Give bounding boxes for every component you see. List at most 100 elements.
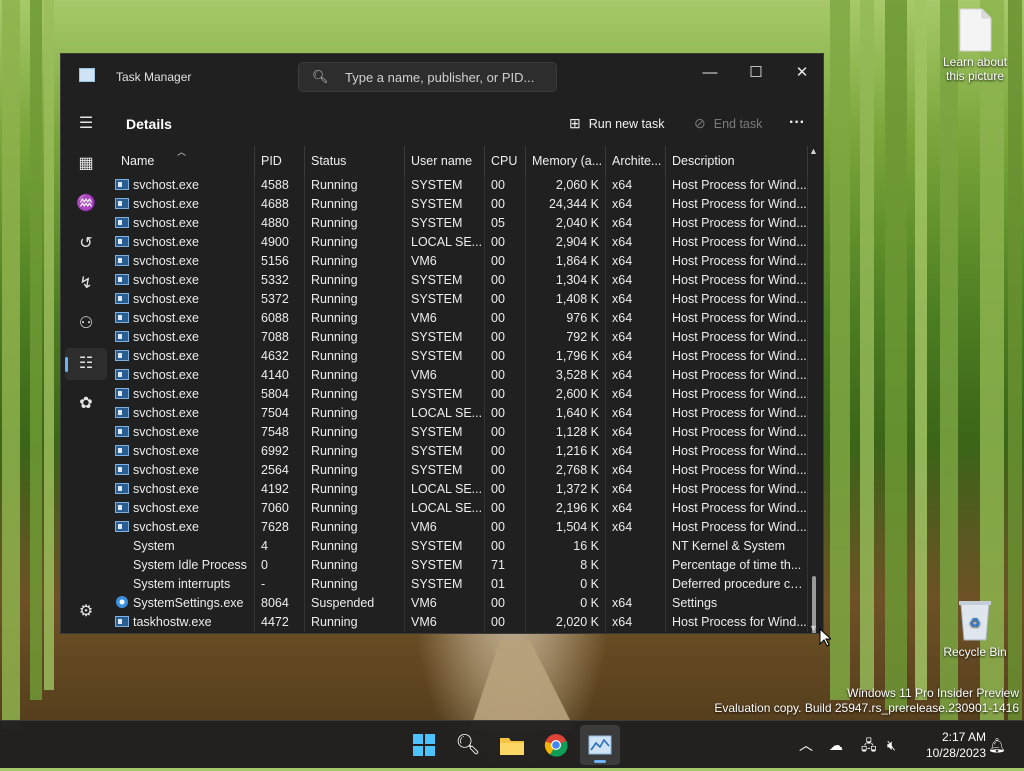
services-nav-icon[interactable]: ✿ bbox=[65, 388, 107, 420]
table-row[interactable]: svchost.exe 4192 Running LOCAL SE... 00 1,372… bbox=[111, 480, 808, 499]
performance-nav-icon[interactable]: ♒ bbox=[65, 188, 107, 220]
run-new-task-button[interactable]: ⊞ Run new task bbox=[563, 110, 670, 136]
end-task-button[interactable]: ⊘ End task bbox=[688, 110, 768, 136]
cell-status: Running bbox=[305, 613, 405, 632]
recycle-bin-icon[interactable]: ♻ Recycle Bin bbox=[940, 598, 1010, 659]
more-options-icon[interactable]: ··· bbox=[783, 110, 811, 136]
table-row[interactable]: System interrupts - Running SYSTEM 01 0 K Defe… bbox=[111, 575, 808, 594]
table-row[interactable]: taskhostw.exe 4472 Running VM6 00 2,020 K x64 H… bbox=[111, 613, 808, 632]
volume-muted-icon[interactable]: 🔇︎ bbox=[887, 721, 896, 769]
cell-pid: 7060 bbox=[255, 499, 305, 518]
column-header-architecture[interactable]: Archite... bbox=[606, 146, 666, 176]
cell-cpu-text: 00 bbox=[491, 444, 505, 458]
table-row[interactable]: System Idle Process 0 Running SYSTEM 71 8 K Pe… bbox=[111, 556, 808, 575]
table-row[interactable]: SystemSettings.exe 8064 Suspended VM6 00 0 K x… bbox=[111, 594, 808, 613]
cell-arch-text: x64 bbox=[612, 501, 633, 515]
maximize-button[interactable]: ☐ bbox=[733, 59, 779, 89]
title-bar[interactable]: Task Manager 🔍︎ Type a name, publisher, … bbox=[61, 54, 823, 100]
table-row[interactable]: svchost.exe 5156 Running VM6 00 1,864 K x64 Hos… bbox=[111, 252, 808, 271]
mouse-cursor-icon bbox=[819, 628, 831, 647]
scroll-down-icon[interactable]: ▼ bbox=[809, 623, 818, 633]
clock[interactable]: 2:17 AM 10/28/2023 bbox=[926, 729, 986, 761]
cell-status-text: Running bbox=[311, 520, 358, 534]
table-row[interactable]: svchost.exe 7628 Running VM6 00 1,504 K x64 Hos… bbox=[111, 518, 808, 537]
cell-name: svchost.exe bbox=[111, 404, 255, 423]
vertical-scrollbar[interactable]: ▲ ▼ bbox=[807, 146, 821, 633]
app-history-nav-icon[interactable]: ↺ bbox=[65, 228, 107, 260]
cell-desc: Settings bbox=[666, 594, 808, 613]
network-icon[interactable]: 🖧 bbox=[861, 721, 877, 769]
table-header: Name ︿ PID Status User name CPU Memory (… bbox=[111, 146, 808, 176]
table-row[interactable]: svchost.exe 2564 Running SYSTEM 00 2,768 K x64… bbox=[111, 461, 808, 480]
cell-cpu-text: 00 bbox=[491, 387, 505, 401]
table-row[interactable]: svchost.exe 5372 Running SYSTEM 00 1,408 K x64… bbox=[111, 290, 808, 309]
processes-nav-icon[interactable]: ▦ bbox=[65, 148, 107, 180]
minimize-button[interactable]: — bbox=[687, 59, 733, 89]
table-row[interactable]: svchost.exe 4880 Running SYSTEM 05 2,040 K x64… bbox=[111, 214, 808, 233]
notification-bell-icon[interactable]: 🔔︎ bbox=[988, 721, 1006, 769]
column-header-status[interactable]: Status bbox=[305, 146, 405, 176]
users-nav-icon[interactable]: ⚇ bbox=[65, 308, 107, 340]
cell-name-text: SystemSettings.exe bbox=[133, 596, 244, 610]
column-header-memory[interactable]: Memory (a... bbox=[526, 146, 606, 176]
table-row[interactable]: svchost.exe 7504 Running LOCAL SE... 00 1,640… bbox=[111, 404, 808, 423]
cell-desc: Host Process for Wind... bbox=[666, 195, 808, 214]
details-nav-icon[interactable]: ☷ bbox=[65, 348, 107, 380]
table-row[interactable]: svchost.exe 6088 Running VM6 00 976 K x64 Host … bbox=[111, 309, 808, 328]
cell-mem: 2,904 K bbox=[526, 233, 606, 252]
sort-ascending-icon: ︿ bbox=[177, 147, 187, 157]
table-row[interactable]: svchost.exe 7088 Running SYSTEM 00 792 K x64 Ho… bbox=[111, 328, 808, 347]
cell-user: LOCAL SE... bbox=[405, 480, 485, 499]
learn-about-picture-icon[interactable]: Learn about this picture bbox=[940, 8, 1010, 83]
search-box[interactable]: 🔍︎ Type a name, publisher, or PID... bbox=[298, 62, 557, 92]
task-manager-taskbar-icon[interactable] bbox=[580, 725, 620, 765]
cell-desc-text: Host Process for Wind... bbox=[672, 254, 807, 268]
recycle-bin-graphic-icon: ♻ bbox=[959, 601, 991, 641]
onedrive-icon[interactable]: ☁ bbox=[829, 721, 843, 769]
column-header-user[interactable]: User name bbox=[405, 146, 485, 176]
table-row[interactable]: svchost.exe 5804 Running SYSTEM 00 2,600 K x64… bbox=[111, 385, 808, 404]
cell-user: SYSTEM bbox=[405, 442, 485, 461]
cell-mem-text: 2,196 K bbox=[555, 501, 599, 515]
cell-user-text: VM6 bbox=[411, 254, 437, 268]
table-row[interactable]: System 4 Running SYSTEM 00 16 K NT Kernel & Sy… bbox=[111, 537, 808, 556]
close-button[interactable]: ✕ bbox=[779, 59, 825, 89]
table-row[interactable]: svchost.exe 4900 Running LOCAL SE... 00 2,904… bbox=[111, 233, 808, 252]
windows-logo-icon bbox=[413, 734, 435, 756]
cell-mem-text: 8 K bbox=[580, 558, 599, 572]
table-row[interactable]: svchost.exe 5332 Running SYSTEM 00 1,304 K x64… bbox=[111, 271, 808, 290]
app-window-icon bbox=[115, 255, 129, 266]
start-button[interactable] bbox=[404, 725, 444, 765]
file-explorer-icon[interactable] bbox=[492, 725, 532, 765]
column-header-description[interactable]: Description bbox=[666, 146, 808, 176]
startup-apps-nav-icon[interactable]: ↯ bbox=[65, 268, 107, 300]
search-taskbar-icon[interactable]: 🔍︎ bbox=[448, 725, 488, 765]
chrome-icon[interactable] bbox=[536, 725, 576, 765]
settings-nav-icon[interactable]: ⚙ bbox=[65, 596, 107, 628]
cell-status-text: Running bbox=[311, 444, 358, 458]
cell-name-text: svchost.exe bbox=[133, 178, 200, 192]
cell-cpu-text: 00 bbox=[491, 330, 505, 344]
table-row[interactable]: svchost.exe 4632 Running SYSTEM 00 1,796 K x64… bbox=[111, 347, 808, 366]
table-row[interactable]: svchost.exe 4140 Running VM6 00 3,528 K x64 Hos… bbox=[111, 366, 808, 385]
column-header-cpu[interactable]: CPU bbox=[485, 146, 526, 176]
cell-cpu: 00 bbox=[485, 385, 526, 404]
cell-cpu-text: 00 bbox=[491, 254, 505, 268]
table-row[interactable]: svchost.exe 4588 Running SYSTEM 00 2,060 K x64… bbox=[111, 176, 808, 195]
scroll-up-icon[interactable]: ▲ bbox=[809, 146, 818, 156]
show-hidden-icons[interactable]: ︿ bbox=[799, 721, 813, 769]
table-row[interactable]: svchost.exe 7060 Running LOCAL SE... 00 2,196… bbox=[111, 499, 808, 518]
cell-name: System bbox=[111, 537, 255, 556]
clock-date: 10/28/2023 bbox=[925, 746, 986, 760]
cell-status-text: Running bbox=[311, 406, 358, 420]
hamburger-menu-icon[interactable]: ☰ bbox=[65, 108, 107, 140]
cell-arch-text: x64 bbox=[612, 406, 633, 420]
table-row[interactable]: svchost.exe 6992 Running SYSTEM 00 1,216 K x64… bbox=[111, 442, 808, 461]
table-row[interactable]: svchost.exe 4688 Running SYSTEM 00 24,344 K x6… bbox=[111, 195, 808, 214]
cell-desc-text: Host Process for Wind... bbox=[672, 311, 807, 325]
column-header-pid[interactable]: PID bbox=[255, 146, 305, 176]
cell-user-text: SYSTEM bbox=[411, 273, 463, 287]
table-row[interactable]: svchost.exe 7548 Running SYSTEM 00 1,128 K x64… bbox=[111, 423, 808, 442]
cell-desc: Host Process for Wind... bbox=[666, 271, 808, 290]
cell-mem: 1,128 K bbox=[526, 423, 606, 442]
